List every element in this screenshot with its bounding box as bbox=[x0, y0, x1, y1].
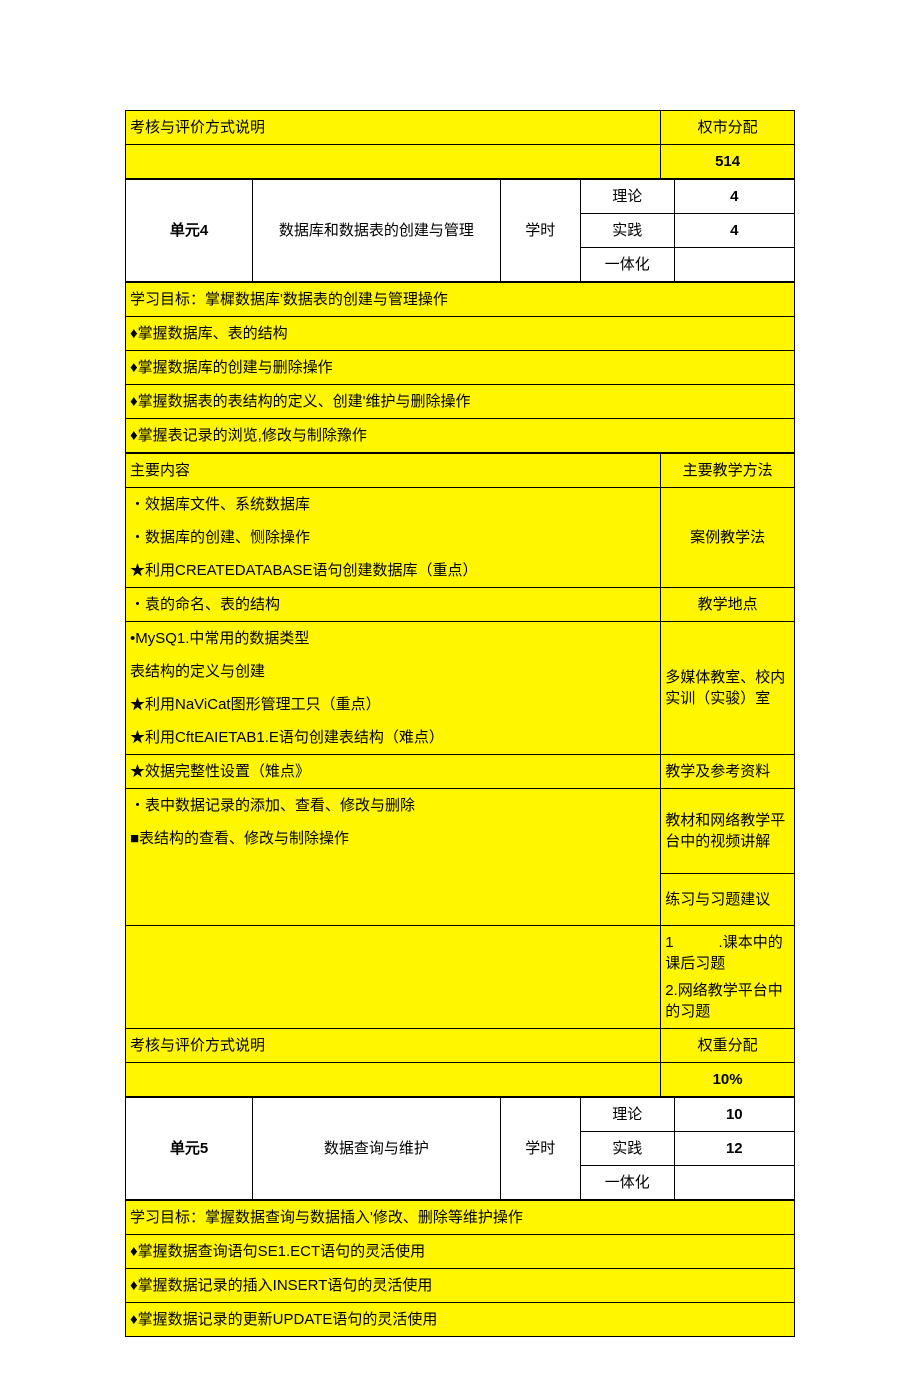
unit4-content-header: 主要内容 bbox=[126, 454, 661, 488]
unit4-content-a-1: ・数据库的创建、恻除操作 bbox=[130, 527, 656, 548]
unit4-location-label: 教学地点 bbox=[661, 588, 795, 622]
unit5-header-table: 单元5 数据查询与维护 学时 理论 10 实践 12 一体化 bbox=[125, 1097, 795, 1200]
unit5-integrated-label: 一体化 bbox=[580, 1166, 674, 1200]
unit4-weight-value: 10% bbox=[661, 1063, 795, 1097]
unit5-theory-value: 10 bbox=[674, 1098, 794, 1132]
unit4-title: 数据库和数据表的创建与管理 bbox=[253, 180, 501, 282]
unit5-title: 数据查询与维护 bbox=[253, 1098, 501, 1200]
prev-assess-empty bbox=[126, 145, 661, 179]
unit4-content-empty bbox=[126, 926, 661, 1029]
unit4-content-b-3: ★利用NaViCat图形管理工只（重点） bbox=[130, 694, 656, 715]
unit4-content-b-1: •MySQ1.中常用的数据类型 bbox=[130, 628, 656, 649]
prev-weight-value: 514 bbox=[661, 145, 795, 179]
unit4-practice-value: 4 bbox=[674, 214, 794, 248]
unit4-goal-0: ♦掌握数据库、表的结构 bbox=[126, 317, 795, 351]
unit4-theory-value: 4 bbox=[674, 180, 794, 214]
unit4-content-c-rest: ・表中数据记录的添加、查看、修改与删除 ■表结构的查看、修改与制除操作 bbox=[126, 789, 661, 926]
unit4-content-a-0: ・效据库文件、系统数据库 bbox=[130, 494, 656, 515]
unit4-header-table: 单元4 数据库和数据表的创建与管理 学时 理论 4 实践 4 一体化 bbox=[125, 179, 795, 282]
unit4-content-c-1: ・表中数据记录的添加、查看、修改与删除 bbox=[130, 795, 656, 816]
unit5-theory-label: 理论 bbox=[580, 1098, 674, 1132]
unit4-exercise-value: 1 .课本中的课后习题 2.网络教学平台中的习题 bbox=[661, 926, 795, 1029]
unit4-content-c0: ★效据完整性设置（雉点》 bbox=[126, 755, 661, 789]
unit5-goal-title: 学习目标：掌握数据查询与数据插入'修改、删除等维护操作 bbox=[126, 1201, 795, 1235]
unit4-theory-label: 理论 bbox=[580, 180, 674, 214]
unit4-assess-label: 考核与评价方式说明 bbox=[126, 1029, 661, 1063]
unit4-content-table: 主要内容 主要教学方法 ・效据库文件、系统数据库 ・数据库的创建、恻除操作 ★利… bbox=[125, 453, 795, 1097]
unit5-goal-0: ♦掌握数据查询语句SE1.ECT语句的灵活使用 bbox=[126, 1235, 795, 1269]
unit5-practice-label: 实践 bbox=[580, 1132, 674, 1166]
unit4-method-header: 主要教学方法 bbox=[661, 454, 795, 488]
unit4-content-b0: ・袁的命名、表的结构 bbox=[126, 588, 661, 622]
unit4-label: 单元4 bbox=[126, 180, 253, 282]
prev-assess-table: 考核与评价方式说明 权市分配 514 bbox=[125, 110, 795, 179]
unit4-content-a-2: ★利用CREATEDATABASE语句创建数据库（重点） bbox=[130, 560, 656, 581]
unit4-integrated-value bbox=[674, 248, 794, 282]
unit5-goals-table: 学习目标：掌握数据查询与数据插入'修改、删除等维护操作 ♦掌握数据查询语句SE1… bbox=[125, 1200, 795, 1337]
unit4-content-c-2: ■表结构的查看、修改与制除操作 bbox=[130, 828, 656, 849]
unit5-label: 单元5 bbox=[126, 1098, 253, 1200]
unit4-assess-empty bbox=[126, 1063, 661, 1097]
unit4-content-b-4: ★利用CftEAIETAB1.E语句创建表结构（难点） bbox=[130, 727, 656, 748]
unit4-method-a: 案例教学法 bbox=[661, 488, 795, 588]
unit5-practice-value: 12 bbox=[674, 1132, 794, 1166]
unit5-hours-label: 学时 bbox=[500, 1098, 580, 1200]
unit5-goal-1: ♦掌握数据记录的插入INSERT语句的灵活使用 bbox=[126, 1269, 795, 1303]
unit4-hours-label: 学时 bbox=[500, 180, 580, 282]
unit5-goal-2: ♦掌握数据记录的更新UPDATE语句的灵活使用 bbox=[126, 1303, 795, 1337]
unit4-goals-table: 学习目标：掌樨数据库'数据表的创建与管理操作 ♦掌握数据库、表的结构 ♦掌握数据… bbox=[125, 282, 795, 453]
unit4-exercise-line2: 2.网络教学平台中的习题 bbox=[665, 980, 790, 1022]
prev-assess-label: 考核与评价方式说明 bbox=[126, 111, 661, 145]
unit4-location-value: 多媒体教室、校内实训（实骏）室 bbox=[661, 622, 795, 755]
unit4-goal-title: 学习目标：掌樨数据库'数据表的创建与管理操作 bbox=[126, 283, 795, 317]
unit4-goal-1: ♦掌握数据库的创建与删除操作 bbox=[126, 351, 795, 385]
unit4-content-a: ・效据库文件、系统数据库 ・数据库的创建、恻除操作 ★利用CREATEDATAB… bbox=[126, 488, 661, 588]
unit4-content-b-rest: •MySQ1.中常用的数据类型 表结构的定义与创建 ★利用NaViCat图形管理… bbox=[126, 622, 661, 755]
unit4-ref-label: 教学及参考资料 bbox=[661, 755, 795, 789]
prev-weight-label: 权市分配 bbox=[661, 111, 795, 145]
unit4-goal-3: ♦掌握表记录的浏览,修改与制除豫作 bbox=[126, 419, 795, 453]
unit4-ref-value: 教材和网络教学平台中的视频讲解 bbox=[661, 789, 795, 874]
unit4-exercise-label: 练习与习题建议 bbox=[661, 873, 795, 925]
unit4-goal-2: ♦掌握数据表的表结构的定义、创建'维护与删除操作 bbox=[126, 385, 795, 419]
unit4-exercise-line1: 1 .课本中的课后习题 bbox=[665, 932, 790, 974]
unit4-practice-label: 实践 bbox=[580, 214, 674, 248]
unit4-integrated-label: 一体化 bbox=[580, 248, 674, 282]
unit4-content-b-2: 表结构的定义与创建 bbox=[130, 661, 656, 682]
unit4-weight-label: 权重分配 bbox=[661, 1029, 795, 1063]
unit5-integrated-value bbox=[674, 1166, 794, 1200]
